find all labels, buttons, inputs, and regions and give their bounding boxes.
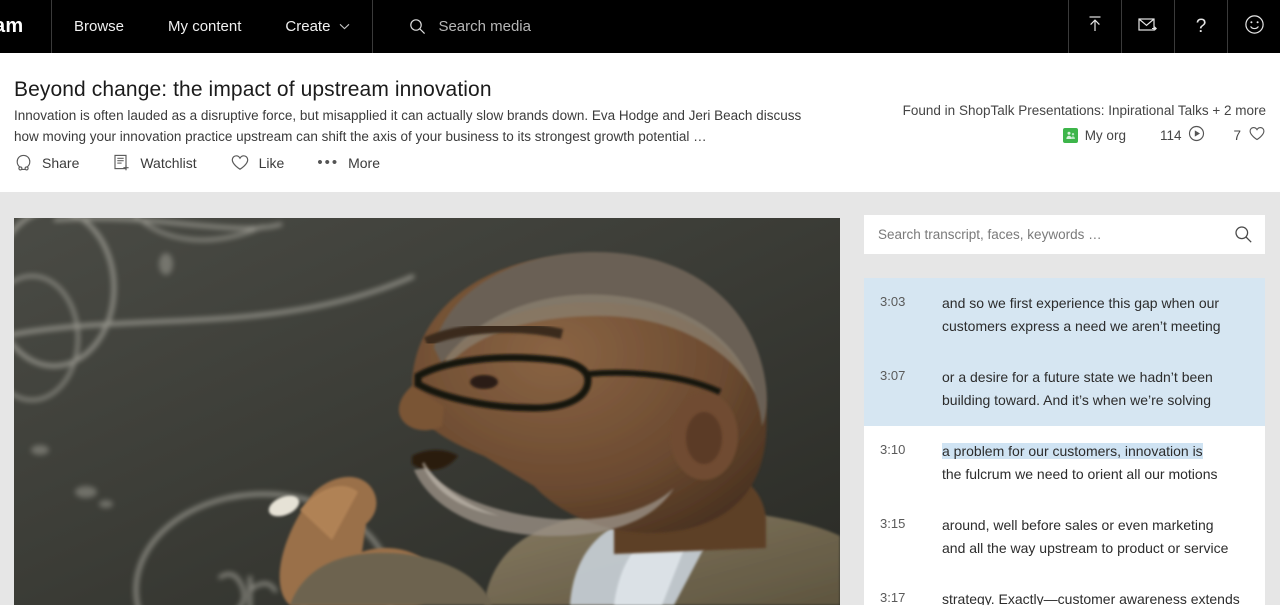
transcript-timestamp[interactable]: 3:07 bbox=[880, 366, 942, 412]
more-button[interactable]: ••• More bbox=[317, 155, 380, 171]
transcript-text: around, well before sales or even market… bbox=[942, 514, 1228, 560]
video-stats-row: My org 114 7 bbox=[903, 125, 1266, 145]
more-label: More bbox=[348, 154, 380, 171]
transcript-timestamp[interactable]: 3:17 bbox=[880, 588, 942, 605]
found-in-text: Found in ShopTalk Presentations: Inpirat… bbox=[902, 103, 1266, 118]
watchlist-icon bbox=[112, 153, 131, 172]
transcript-line: strategy. Exactly—customer awareness ext… bbox=[942, 591, 1240, 605]
share-button[interactable]: Share bbox=[14, 153, 79, 172]
view-count-value: 114 bbox=[1159, 127, 1182, 143]
org-group-icon bbox=[1062, 127, 1078, 143]
watchlist-button[interactable]: Watchlist bbox=[112, 153, 197, 172]
transcript-text: strategy. Exactly—customer awareness ext… bbox=[942, 588, 1240, 605]
help-icon: ? bbox=[1195, 16, 1207, 37]
nav-item-my-content-label: My content bbox=[168, 18, 242, 35]
transcript-text: or a desire for a future state we hadn’t… bbox=[942, 366, 1213, 412]
nav-utility-icons: ? bbox=[1068, 0, 1280, 53]
transcript-search[interactable] bbox=[864, 215, 1265, 254]
feedback-smiley-icon bbox=[1244, 14, 1265, 40]
primary-nav-links: Browse My content Create bbox=[52, 0, 372, 53]
search-input[interactable] bbox=[438, 18, 759, 35]
transcript-line: around, well before sales or even market… bbox=[942, 517, 1214, 533]
view-count: 114 bbox=[1160, 125, 1206, 145]
transcript-line: and so we first experience this gap when… bbox=[942, 295, 1220, 311]
video-frame-image bbox=[14, 218, 840, 605]
transcript-text: and so we first experience this gap when… bbox=[942, 292, 1221, 338]
transcript-line: or a desire for a future state we hadn’t… bbox=[942, 369, 1213, 385]
transcript-line: and all the way upstream to product or s… bbox=[942, 540, 1229, 556]
transcript-row[interactable]: 3:17 strategy. Exactly—customer awarenes… bbox=[864, 574, 1265, 605]
transcript-line: the fulcrum we need to orient all our mo… bbox=[942, 466, 1218, 482]
heart-icon bbox=[230, 153, 250, 172]
watchlist-label: Watchlist bbox=[140, 154, 197, 171]
content-stage: 3:03 and so we first experience this gap… bbox=[0, 192, 1280, 605]
org-visibility-chip: My org bbox=[1062, 127, 1126, 143]
nav-item-my-content[interactable]: My content bbox=[146, 0, 263, 53]
search-icon bbox=[409, 18, 426, 35]
video-action-bar: Share Watchlist Like ••• More bbox=[14, 153, 413, 172]
mail-button[interactable] bbox=[1121, 0, 1174, 53]
video-metadata: Found in ShopTalk Presentations: Inpirat… bbox=[903, 103, 1266, 145]
search-icon[interactable] bbox=[1234, 225, 1253, 244]
top-navigation-bar: am Browse My content Create bbox=[0, 0, 1280, 53]
play-circle-icon bbox=[1188, 125, 1205, 145]
global-search[interactable] bbox=[373, 0, 1068, 53]
transcript-line: a problem for our customers, innovation … bbox=[942, 440, 1217, 463]
transcript-line: customers express a need we aren’t meeti… bbox=[942, 318, 1221, 334]
nav-item-browse[interactable]: Browse bbox=[52, 0, 146, 53]
video-description: Innovation is often lauded as a disrupti… bbox=[14, 108, 802, 144]
transcript-text: a problem for our customers, innovation … bbox=[942, 440, 1217, 486]
transcript-list[interactable]: 3:03 and so we first experience this gap… bbox=[864, 278, 1265, 605]
help-button[interactable]: ? bbox=[1174, 0, 1227, 53]
transcript-panel: 3:03 and so we first experience this gap… bbox=[864, 192, 1265, 605]
like-count-value: 7 bbox=[1233, 127, 1241, 143]
mail-icon bbox=[1137, 15, 1159, 38]
transcript-row[interactable]: 3:10 a problem for our customers, innova… bbox=[864, 426, 1265, 500]
transcript-row[interactable]: 3:15 around, well before sales or even m… bbox=[864, 500, 1265, 574]
org-label: My org bbox=[1084, 127, 1126, 143]
app-logo[interactable]: am bbox=[0, 0, 52, 53]
transcript-timestamp[interactable]: 3:10 bbox=[880, 440, 942, 486]
transcript-highlight: a problem for our customers, innovation … bbox=[942, 443, 1203, 459]
nav-item-create-label: Create bbox=[285, 18, 331, 35]
chevron-down-icon bbox=[339, 23, 350, 30]
nav-item-create[interactable]: Create bbox=[263, 0, 372, 53]
video-player[interactable] bbox=[14, 218, 840, 605]
like-count: 7 bbox=[1233, 125, 1266, 145]
video-info-panel: Beyond change: the impact of upstream in… bbox=[0, 53, 1280, 226]
page-title: Beyond change: the impact of upstream in… bbox=[14, 78, 492, 101]
upload-icon bbox=[1085, 14, 1105, 39]
like-button[interactable]: Like bbox=[230, 153, 285, 172]
app-logo-text: am bbox=[0, 15, 24, 37]
transcript-row[interactable]: 3:03 and so we first experience this gap… bbox=[864, 278, 1265, 352]
ellipsis-icon: ••• bbox=[317, 154, 340, 171]
nav-item-browse-label: Browse bbox=[74, 18, 125, 35]
share-label: Share bbox=[42, 154, 80, 171]
transcript-timestamp[interactable]: 3:15 bbox=[880, 514, 942, 560]
share-icon bbox=[14, 153, 33, 172]
upload-button[interactable] bbox=[1068, 0, 1121, 53]
like-label: Like bbox=[258, 154, 285, 171]
transcript-timestamp[interactable]: 3:03 bbox=[880, 292, 942, 338]
transcript-row[interactable]: 3:07 or a desire for a future state we h… bbox=[864, 352, 1265, 426]
heart-icon bbox=[1248, 125, 1266, 145]
transcript-search-input[interactable] bbox=[878, 227, 1226, 242]
transcript-line: building toward. And it’s when we’re sol… bbox=[942, 392, 1212, 408]
feedback-button[interactable] bbox=[1227, 0, 1280, 53]
